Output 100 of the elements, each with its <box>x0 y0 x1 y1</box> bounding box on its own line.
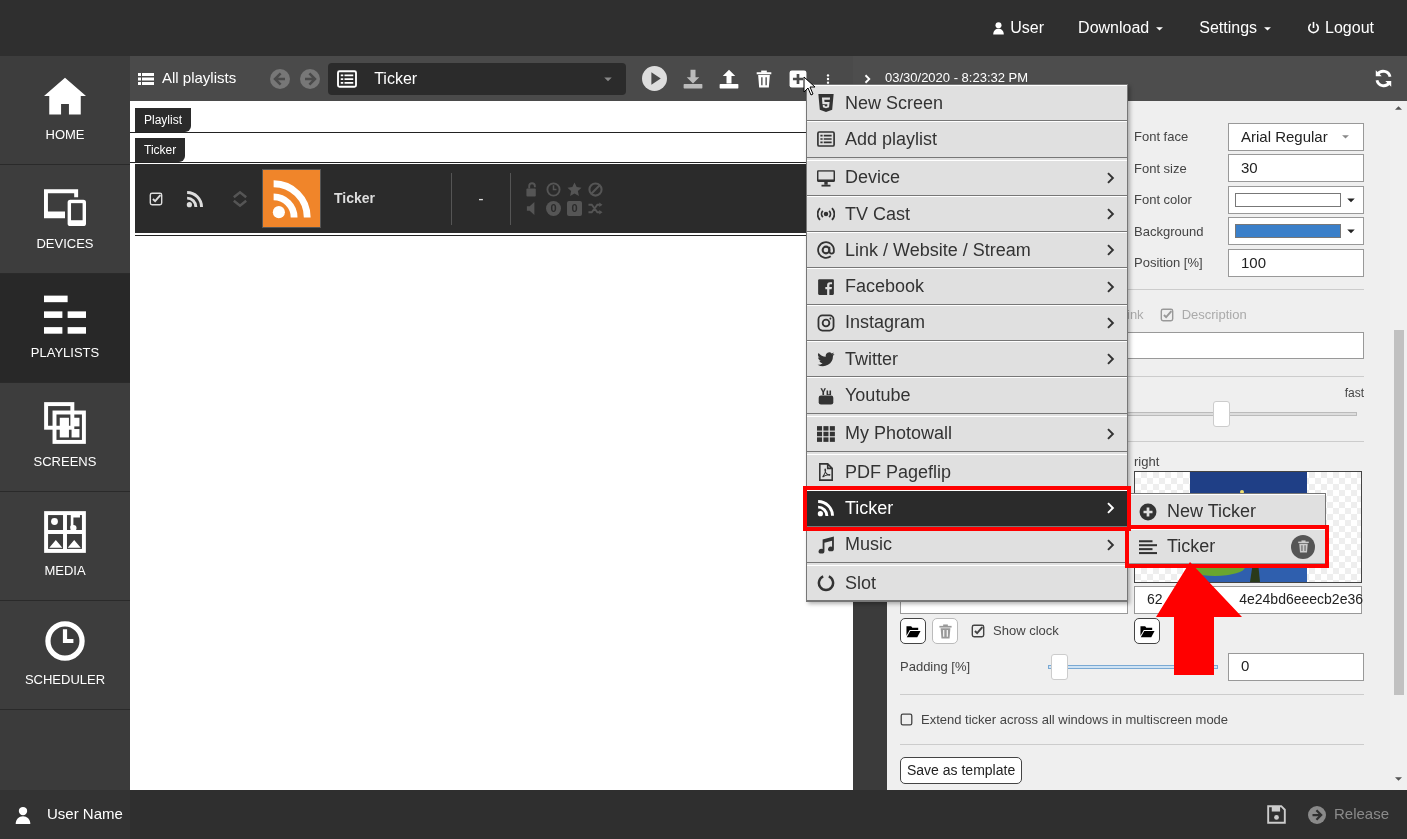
menu-item[interactable]: Facebook <box>807 268 1127 305</box>
rss-icon <box>817 499 835 518</box>
show-clock-checkbox[interactable] <box>971 624 985 638</box>
color-picker[interactable] <box>1228 217 1364 246</box>
chevron-icon <box>1105 207 1117 222</box>
menu-item[interactable]: Slot <box>807 564 1127 602</box>
chevron-icon <box>1105 279 1117 294</box>
delete-button[interactable] <box>1291 534 1315 559</box>
pdf-icon <box>817 463 835 482</box>
user-icon <box>992 21 1006 35</box>
chevron-icon <box>1105 315 1117 330</box>
menu-item[interactable]: Link / Website / Stream <box>807 232 1127 269</box>
chevron-icon <box>1105 352 1117 367</box>
power-icon <box>1307 21 1321 35</box>
field-label: Padding [%] <box>900 657 972 676</box>
menu-item[interactable]: Add playlist <box>807 121 1127 158</box>
slider-thumb[interactable] <box>1051 653 1069 680</box>
twitter-icon <box>817 350 835 369</box>
checkbox-label: Show clock <box>993 622 1059 641</box>
folder-icon <box>905 623 921 639</box>
color-picker[interactable] <box>1228 185 1364 214</box>
item-title: Ticker <box>334 189 376 208</box>
shuffle-icon <box>588 200 603 216</box>
facebook-icon <box>817 277 835 296</box>
folder-icon <box>1139 623 1155 639</box>
arrow-right-icon <box>1307 805 1326 824</box>
youtube-icon <box>817 386 835 405</box>
top-menu-link[interactable]: User <box>992 16 1045 40</box>
user-icon <box>14 805 32 824</box>
field-label: Position [%] <box>1134 254 1204 272</box>
upload-button[interactable] <box>719 68 740 89</box>
save-button[interactable] <box>1266 805 1286 824</box>
clock-icon <box>44 620 86 663</box>
instagram-icon <box>817 313 835 332</box>
menu-item[interactable]: TV Cast <box>807 195 1127 233</box>
lines-icon <box>1139 537 1157 556</box>
screens-icon <box>44 402 86 445</box>
trash-icon <box>1296 540 1310 553</box>
description-checkbox[interactable] <box>1159 307 1174 322</box>
all-playlists-link[interactable]: All playlists <box>162 67 237 90</box>
menu-item[interactable]: Device <box>807 159 1127 196</box>
music-icon <box>817 535 835 554</box>
menu-item[interactable]: My Photowall <box>807 415 1127 452</box>
menu-item[interactable]: Instagram <box>807 304 1127 342</box>
mouse-cursor <box>803 76 816 96</box>
menu-item[interactable]: New Screen <box>807 85 1127 122</box>
field-label: Background <box>1134 222 1205 241</box>
checkbox-label: Extend ticker across all windows in multiscreen mode <box>921 710 1229 729</box>
field-label: Font size <box>1134 159 1188 178</box>
at-sign-icon <box>817 241 835 260</box>
save-template-button[interactable]: Save as template <box>900 756 1023 784</box>
html5-icon <box>817 94 835 113</box>
playlist-select[interactable]: Ticker <box>328 62 627 95</box>
extend-checkbox[interactable] <box>900 713 913 726</box>
section-label: Playlist <box>135 108 191 132</box>
slider-thumb[interactable] <box>1212 400 1230 427</box>
option-label: ink <box>1127 305 1144 324</box>
chevron-icon <box>1105 501 1117 516</box>
scrollbar-thumb[interactable] <box>1393 330 1404 695</box>
delete-button[interactable] <box>755 68 774 89</box>
list-icon <box>138 70 154 87</box>
sidebar-item[interactable]: PLAYLISTS <box>0 274 130 383</box>
monitor-icon <box>817 168 835 187</box>
item-duration: - <box>477 188 485 209</box>
field-value: 4e24bd6eeecb2e36 <box>1239 590 1363 609</box>
chevron-icon <box>1105 243 1117 258</box>
input-field[interactable]: 100 <box>1228 248 1364 277</box>
chevron-icon <box>1105 170 1117 185</box>
rss-thumbnail <box>262 169 321 228</box>
input-field[interactable]: 30 <box>1228 154 1364 183</box>
option-label: Description <box>1181 305 1247 324</box>
playlists-icon <box>44 293 86 336</box>
select-field[interactable]: Arial Regular <box>1228 122 1364 151</box>
list-icon <box>336 68 359 89</box>
field-label: Font face <box>1134 128 1190 146</box>
field-label: Font color <box>1134 191 1193 209</box>
input-field[interactable]: 0 <box>1228 652 1364 681</box>
chevron-icon <box>863 72 873 85</box>
list-icon <box>817 130 835 149</box>
menu-item[interactable]: Twitter <box>807 341 1127 378</box>
grid-icon <box>817 424 835 443</box>
ban-icon <box>588 181 603 197</box>
menu-item[interactable]: Youtube <box>807 377 1127 414</box>
plus-circle-icon <box>1139 502 1157 521</box>
section-label: Ticker <box>135 138 186 162</box>
top-menu-link[interactable]: Settings <box>1199 16 1274 40</box>
top-menu-link[interactable]: Download <box>1078 16 1166 40</box>
top-menu-link[interactable]: Logout <box>1307 16 1374 40</box>
item-checkbox[interactable] <box>149 191 163 206</box>
play-button[interactable] <box>642 66 668 91</box>
download-button[interactable] <box>683 68 704 89</box>
date-time: 03/30/2020 - 8:23:32 PM <box>885 68 1029 87</box>
image-label: right <box>1134 452 1161 470</box>
rss-icon <box>186 189 204 208</box>
refresh-button[interactable] <box>1374 69 1393 88</box>
star-icon <box>567 181 582 197</box>
trash-icon <box>937 623 953 639</box>
folder-button[interactable] <box>900 618 926 644</box>
chevron-icon <box>1105 537 1117 552</box>
folder-button[interactable] <box>1134 618 1160 644</box>
